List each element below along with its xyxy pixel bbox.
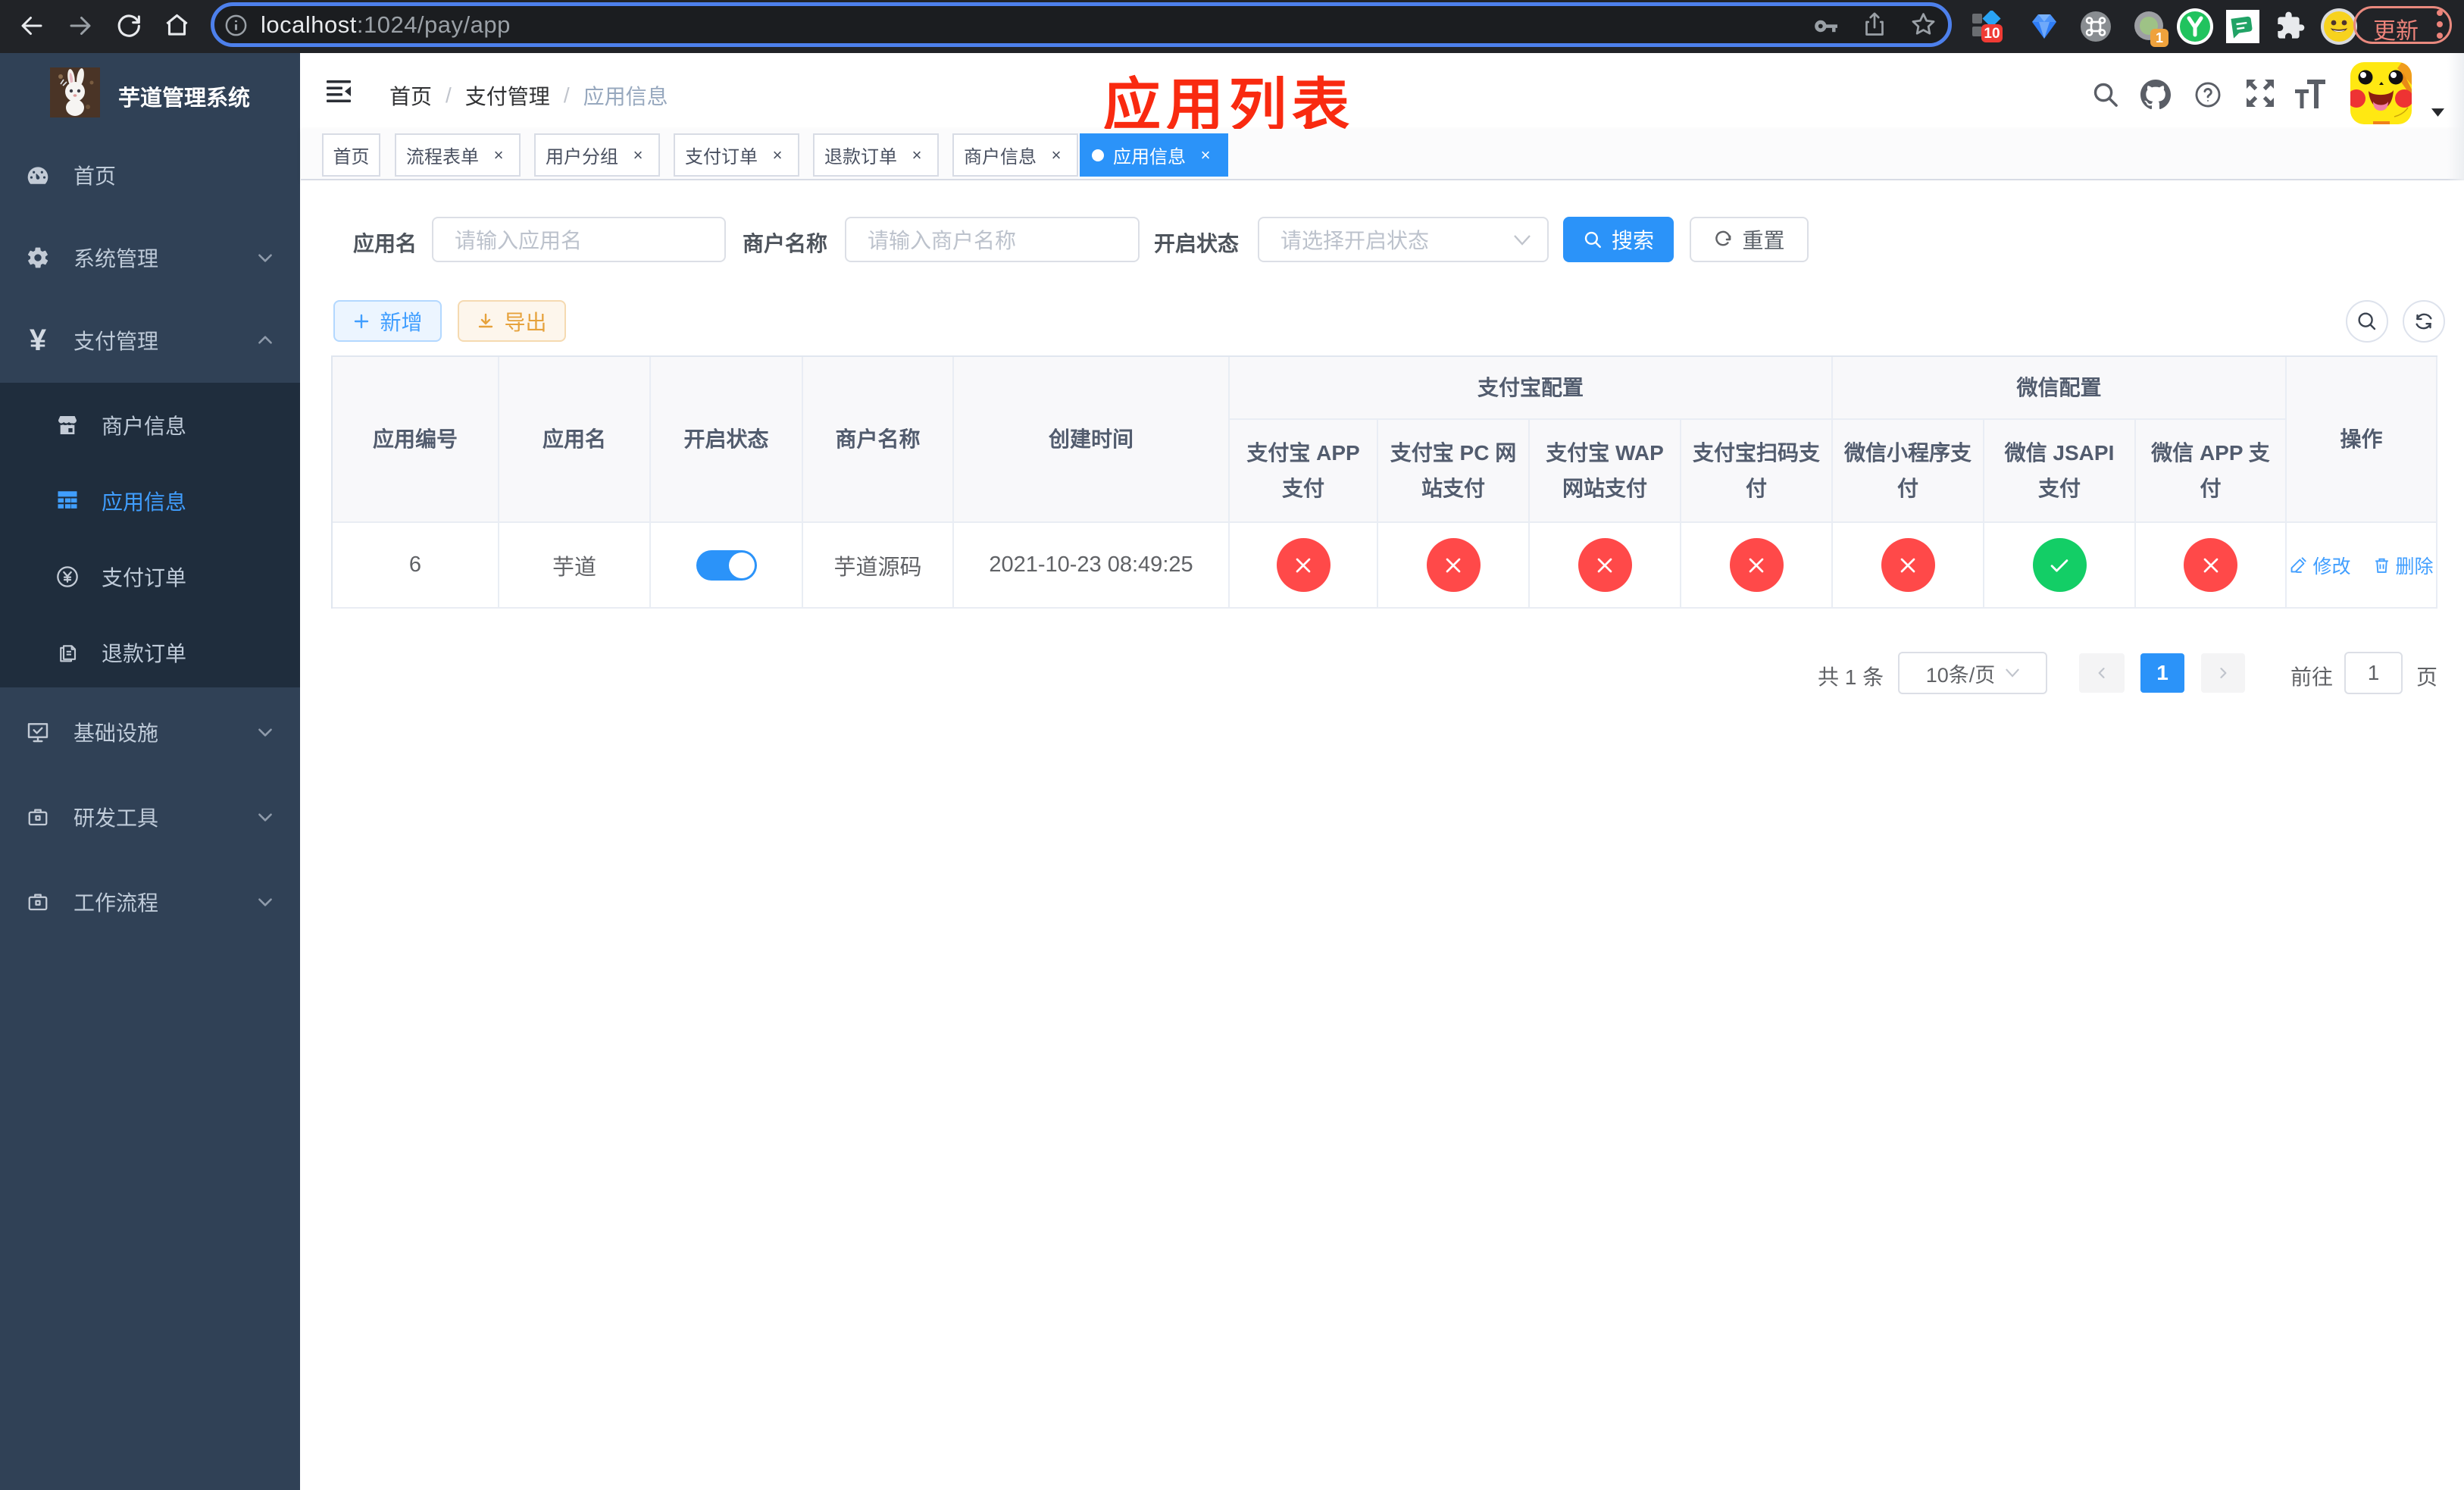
svg-text:10: 10 [1984,26,2000,42]
svg-text:1: 1 [2156,30,2163,45]
